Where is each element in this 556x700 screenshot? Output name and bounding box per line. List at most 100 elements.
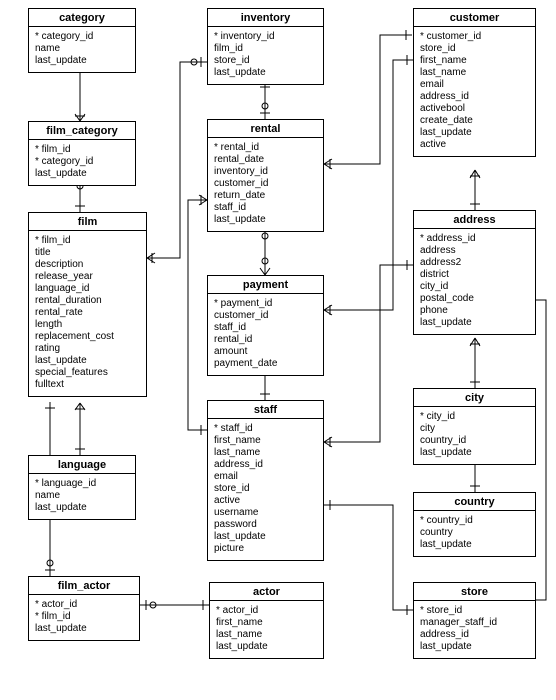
field: username bbox=[214, 507, 317, 519]
field: manager_staff_id bbox=[420, 617, 529, 629]
entity-title: customer bbox=[414, 9, 535, 27]
field: last_update bbox=[35, 168, 129, 180]
entity-staff: staff * staff_id first_name last_name ad… bbox=[207, 400, 324, 561]
field: email bbox=[420, 79, 529, 91]
entity-customer: customer * customer_id store_id first_na… bbox=[413, 8, 536, 157]
field: last_update bbox=[35, 502, 129, 514]
field: active bbox=[420, 139, 529, 151]
field: last_update bbox=[420, 641, 529, 653]
field: * city_id bbox=[420, 411, 529, 423]
field: payment_date bbox=[214, 358, 317, 370]
entity-fields: * film_id * category_id last_update bbox=[29, 140, 135, 185]
entity-fields: * store_id manager_staff_id address_id l… bbox=[414, 601, 535, 658]
entity-language: language * language_id name last_update bbox=[28, 455, 136, 520]
entity-film-category: film_category * film_id * category_id la… bbox=[28, 121, 136, 186]
field: address_id bbox=[420, 91, 529, 103]
field: create_date bbox=[420, 115, 529, 127]
field: city_id bbox=[420, 281, 529, 293]
entity-rental: rental * rental_id rental_date inventory… bbox=[207, 119, 324, 232]
field: city bbox=[420, 423, 529, 435]
field: last_name bbox=[216, 629, 317, 641]
entity-title: film bbox=[29, 213, 146, 231]
field: postal_code bbox=[420, 293, 529, 305]
field: film_id bbox=[214, 43, 317, 55]
field: * country_id bbox=[420, 515, 529, 527]
entity-category: category * category_id name last_update bbox=[28, 8, 136, 73]
field: inventory_id bbox=[214, 166, 317, 178]
field: last_update bbox=[420, 447, 529, 459]
field: customer_id bbox=[214, 178, 317, 190]
field: * actor_id bbox=[35, 599, 133, 611]
entity-payment: payment * payment_id customer_id staff_i… bbox=[207, 275, 324, 376]
field: amount bbox=[214, 346, 317, 358]
field: last_update bbox=[35, 623, 133, 635]
field: district bbox=[420, 269, 529, 281]
field: phone bbox=[420, 305, 529, 317]
field: * store_id bbox=[420, 605, 529, 617]
field: * staff_id bbox=[214, 423, 317, 435]
field: last_update bbox=[35, 55, 129, 67]
entity-fields: * language_id name last_update bbox=[29, 474, 135, 519]
field: password bbox=[214, 519, 317, 531]
entity-film-actor: film_actor * actor_id * film_id last_upd… bbox=[28, 576, 140, 641]
field: activebool bbox=[420, 103, 529, 115]
field: first_name bbox=[420, 55, 529, 67]
entity-inventory: inventory * inventory_id film_id store_i… bbox=[207, 8, 324, 85]
field: staff_id bbox=[214, 322, 317, 334]
field: special_features bbox=[35, 367, 140, 379]
field: fulltext bbox=[35, 379, 140, 391]
field: description bbox=[35, 259, 140, 271]
field: name bbox=[35, 490, 129, 502]
field: * inventory_id bbox=[214, 31, 317, 43]
field: language_id bbox=[35, 283, 140, 295]
er-diagram: .c { stroke:#000; stroke-width:1; fill:n… bbox=[0, 0, 556, 700]
field: last_update bbox=[35, 355, 140, 367]
field: * address_id bbox=[420, 233, 529, 245]
field: * rental_id bbox=[214, 142, 317, 154]
field: * actor_id bbox=[216, 605, 317, 617]
field: last_name bbox=[420, 67, 529, 79]
field: replacement_cost bbox=[35, 331, 140, 343]
entity-fields: * actor_id first_name last_name last_upd… bbox=[210, 601, 323, 658]
field: rating bbox=[35, 343, 140, 355]
field: release_year bbox=[35, 271, 140, 283]
field: * language_id bbox=[35, 478, 129, 490]
entity-title: staff bbox=[208, 401, 323, 419]
entity-fields: * category_id name last_update bbox=[29, 27, 135, 72]
field: last_update bbox=[420, 317, 529, 329]
field: last_update bbox=[214, 531, 317, 543]
field: length bbox=[35, 319, 140, 331]
field: * category_id bbox=[35, 31, 129, 43]
field: rental_id bbox=[214, 334, 317, 346]
field: title bbox=[35, 247, 140, 259]
entity-film: film * film_id title description release… bbox=[28, 212, 147, 397]
field: customer_id bbox=[214, 310, 317, 322]
entity-fields: * staff_id first_name last_name address_… bbox=[208, 419, 323, 560]
entity-title: city bbox=[414, 389, 535, 407]
field: email bbox=[214, 471, 317, 483]
field: address2 bbox=[420, 257, 529, 269]
entity-title: inventory bbox=[208, 9, 323, 27]
field: name bbox=[35, 43, 129, 55]
entity-address: address * address_id address address2 di… bbox=[413, 210, 536, 335]
entity-title: address bbox=[414, 211, 535, 229]
field: last_update bbox=[420, 539, 529, 551]
entity-fields: * customer_id store_id first_name last_n… bbox=[414, 27, 535, 156]
entity-city: city * city_id city country_id last_upda… bbox=[413, 388, 536, 465]
field: last_update bbox=[420, 127, 529, 139]
entity-title: actor bbox=[210, 583, 323, 601]
field: address_id bbox=[214, 459, 317, 471]
field: rental_duration bbox=[35, 295, 140, 307]
entity-title: film_category bbox=[29, 122, 135, 140]
entity-actor: actor * actor_id first_name last_name la… bbox=[209, 582, 324, 659]
field: last_update bbox=[214, 214, 317, 226]
field: last_update bbox=[214, 67, 317, 79]
entity-title: country bbox=[414, 493, 535, 511]
entity-fields: * actor_id * film_id last_update bbox=[29, 595, 139, 640]
entity-fields: * city_id city country_id last_update bbox=[414, 407, 535, 464]
entity-title: category bbox=[29, 9, 135, 27]
field: return_date bbox=[214, 190, 317, 202]
entity-fields: * film_id title description release_year… bbox=[29, 231, 146, 396]
entity-title: film_actor bbox=[29, 577, 139, 595]
entity-country: country * country_id country last_update bbox=[413, 492, 536, 557]
